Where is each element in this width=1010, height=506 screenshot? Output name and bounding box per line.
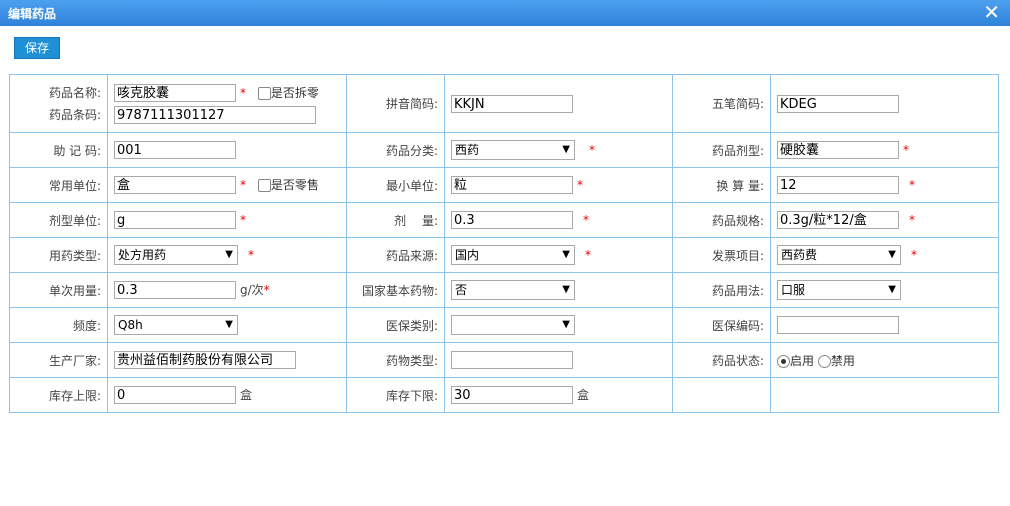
status-disabled-radio[interactable]: [817, 354, 831, 368]
status-label: 药品状态:: [672, 342, 771, 378]
required-mark: *: [583, 212, 589, 227]
category-value: 西药: [455, 143, 480, 157]
drug-name-label: 药品名称:: [48, 85, 101, 100]
chevron-down-icon: ▼: [888, 284, 896, 295]
type-select[interactable]: 处方用药 ▼: [114, 245, 238, 265]
form-unit-label: 剂型单位:: [9, 202, 108, 238]
dialog-titlebar: 编辑药品 ✕: [0, 0, 1010, 26]
insurance-category-label: 医保类别:: [346, 307, 445, 343]
insurance-code-label: 医保编码:: [672, 307, 771, 343]
unit-label: 常用单位:: [9, 167, 108, 203]
required-mark: *: [248, 247, 254, 262]
type-value: 处方用药: [118, 248, 167, 262]
conversion-input[interactable]: 12: [777, 176, 899, 194]
dose-label: 剂 量:: [346, 202, 445, 238]
required-mark: *: [911, 247, 917, 262]
barcode-label: 药品条码:: [48, 107, 101, 122]
single-dose-input[interactable]: 0.3: [114, 281, 236, 300]
invoice-select[interactable]: 西药费 ▼: [777, 245, 901, 265]
stock-max-label: 库存上限:: [9, 377, 108, 413]
usage-label: 药品用法:: [672, 272, 771, 308]
required-mark: *: [585, 247, 591, 262]
unit-input[interactable]: 盒: [114, 176, 236, 195]
single-dose-label: 单次用量:: [9, 272, 108, 308]
drug-name-input[interactable]: 咳克胶囊: [114, 84, 236, 102]
usage-value: 口服: [781, 283, 806, 297]
essential-value: 否: [455, 283, 468, 297]
required-mark: *: [240, 85, 246, 100]
drug-type-input[interactable]: [451, 351, 573, 369]
pinyin-label: 拼音简码:: [346, 74, 445, 133]
category-label: 药品分类:: [346, 132, 445, 168]
mnemonic-label: 助 记 码:: [9, 132, 108, 168]
stock-min-unit: 盒: [577, 387, 590, 402]
stock-max-input[interactable]: 0: [114, 386, 236, 405]
stock-min-label: 库存下限:: [346, 377, 445, 413]
dosage-form-label: 药品剂型:: [672, 132, 771, 168]
dosage-form-input[interactable]: 硬胶囊: [777, 141, 899, 159]
drug-type-label: 药物类型:: [346, 342, 445, 378]
name-barcode-labels: 药品名称: 药品条码:: [9, 74, 108, 133]
chevron-down-icon: ▼: [562, 144, 570, 155]
dialog-title: 编辑药品: [8, 7, 57, 21]
min-unit-label: 最小单位:: [346, 167, 445, 203]
drug-edit-form: 药品名称: 药品条码: 咳克胶囊 * 是否拆零 9787111301127 拼音简…: [9, 74, 999, 413]
required-mark: *: [589, 142, 595, 157]
spec-input[interactable]: 0.3g/粒*12/盒: [777, 211, 899, 229]
conversion-label: 换 算 量:: [672, 167, 771, 203]
retail-label: 是否零售: [270, 177, 319, 192]
status-enabled-label: 启用: [790, 353, 815, 368]
pinyin-input[interactable]: KKJN: [451, 94, 573, 113]
chevron-down-icon: ▼: [562, 249, 570, 260]
required-mark: *: [240, 177, 246, 192]
status-enabled-radio[interactable]: [777, 354, 790, 368]
usage-select[interactable]: 口服 ▼: [777, 280, 901, 300]
save-button[interactable]: 保存: [14, 37, 60, 59]
invoice-value: 西药费: [781, 248, 818, 262]
freq-value: Q8h: [118, 318, 143, 332]
single-dose-unit: g/次: [240, 282, 264, 297]
spec-label: 药品规格:: [672, 202, 771, 238]
maker-input[interactable]: 贵州益佰制药股份有限公司: [114, 351, 296, 369]
stock-min-input[interactable]: 30: [451, 386, 573, 405]
form-unit-input[interactable]: g: [114, 211, 236, 229]
required-mark: *: [909, 177, 915, 192]
source-value: 国内: [455, 248, 480, 262]
retail-checkbox[interactable]: [257, 178, 271, 192]
source-label: 药品来源:: [346, 237, 445, 273]
insurance-category-select[interactable]: ▼: [451, 315, 575, 335]
wubi-label: 五笔简码:: [672, 74, 771, 133]
essential-label: 国家基本药物:: [346, 272, 445, 308]
required-mark: *: [263, 282, 270, 297]
chevron-down-icon: ▼: [562, 319, 570, 330]
source-select[interactable]: 国内 ▼: [451, 245, 575, 265]
split-checkbox[interactable]: [257, 86, 271, 100]
chevron-down-icon: ▼: [225, 319, 233, 330]
stock-max-unit: 盒: [240, 387, 253, 402]
required-mark: *: [909, 212, 915, 227]
freq-select[interactable]: Q8h ▼: [114, 315, 238, 335]
chevron-down-icon: ▼: [888, 249, 896, 260]
maker-label: 生产厂家:: [9, 342, 108, 378]
insurance-code-input[interactable]: [777, 316, 899, 334]
barcode-input[interactable]: 9787111301127: [114, 106, 316, 124]
essential-select[interactable]: 否 ▼: [451, 280, 575, 300]
type-label: 用药类型:: [9, 237, 108, 273]
chevron-down-icon: ▼: [562, 284, 570, 295]
category-select[interactable]: 西药 ▼: [451, 140, 575, 160]
min-unit-input[interactable]: 粒: [451, 176, 573, 194]
mnemonic-input[interactable]: 001: [114, 141, 236, 159]
freq-label: 频度:: [9, 307, 108, 343]
required-mark: *: [903, 142, 909, 157]
status-disabled-label: 禁用: [830, 353, 855, 368]
chevron-down-icon: ▼: [225, 249, 233, 260]
dose-input[interactable]: 0.3: [451, 211, 573, 229]
close-icon[interactable]: ✕: [983, 1, 1000, 23]
wubi-input[interactable]: KDEG: [777, 94, 899, 113]
split-label: 是否拆零: [270, 85, 319, 100]
required-mark: *: [240, 212, 246, 227]
invoice-label: 发票项目:: [672, 237, 771, 273]
required-mark: *: [577, 177, 583, 192]
